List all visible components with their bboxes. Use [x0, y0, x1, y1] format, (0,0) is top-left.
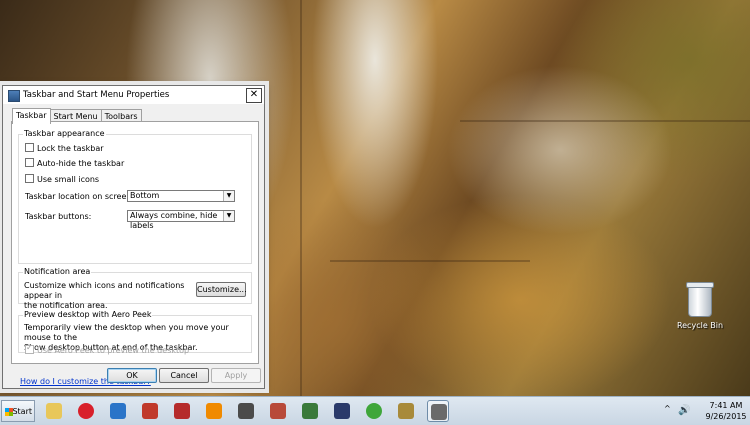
taskbar-buttons-label: Taskbar buttons:: [25, 212, 92, 221]
file-explorer-icon[interactable]: [43, 400, 65, 422]
location-label: Taskbar location on screen:: [25, 192, 135, 201]
aero-peek-checkbox[interactable]: [25, 343, 34, 354]
wallpaper-seam: [330, 260, 530, 262]
cancel-button[interactable]: Cancel: [159, 368, 209, 383]
taskbar-appearance-group: Taskbar appearance Lock the taskbar Auto…: [18, 129, 252, 264]
taskbar-buttons-value: Always combine, hide labels: [130, 211, 218, 230]
ccleaner-icon-glyph: [142, 403, 158, 419]
chevron-down-icon: ▼: [223, 191, 234, 201]
clock-date[interactable]: 9/26/2015: [704, 412, 748, 421]
utorrent-icon-glyph: [366, 403, 382, 419]
molecule-icon-glyph: [270, 403, 286, 419]
autohide-taskbar-option[interactable]: Auto-hide the taskbar: [25, 158, 125, 169]
recycle-bin-label: Recycle Bin: [676, 321, 724, 330]
display-icon-glyph: [302, 403, 318, 419]
autohide-checkbox[interactable]: [25, 158, 34, 167]
properties-window-icon-glyph: [431, 404, 447, 420]
network-icon-glyph: [110, 403, 126, 419]
start-label: Start: [12, 407, 32, 416]
notification-description: Customize which icons and notifications …: [24, 281, 194, 311]
aero-peek-option[interactable]: Use Aero Peek to preview the desktop: [25, 343, 190, 356]
utility-icon-glyph: [238, 403, 254, 419]
media-player-icon[interactable]: [171, 400, 193, 422]
close-icon[interactable]: ✕: [246, 88, 262, 103]
properties-window-icon[interactable]: [427, 400, 449, 422]
notification-area-group: Notification area Customize which icons …: [18, 267, 252, 310]
tray-overflow-icon[interactable]: ^: [664, 404, 671, 413]
opera-icon[interactable]: [75, 400, 97, 422]
recycle-bin-icon: [686, 282, 714, 317]
taskbar-buttons-dropdown[interactable]: Always combine, hide labels ▼: [127, 210, 235, 230]
location-value: Bottom: [130, 191, 160, 200]
tab-taskbar[interactable]: Taskbar: [12, 108, 51, 124]
dialog-titlebar[interactable]: Taskbar and Start Menu Properties ✕: [3, 86, 264, 104]
volume-icon[interactable]: 🔊: [678, 405, 690, 416]
customize-button[interactable]: Customize...: [196, 282, 247, 297]
utorrent-icon[interactable]: [363, 400, 385, 422]
system-tray: ^ 🔊 7:41 AM 9/26/2015: [658, 397, 750, 425]
group-legend: Notification area: [23, 267, 92, 276]
home-icon-glyph: [398, 403, 414, 419]
aero-peek-group: Preview desktop with Aero Peek Temporari…: [18, 310, 252, 356]
utility-icon[interactable]: [235, 400, 257, 422]
dialog-title: Taskbar and Start Menu Properties: [23, 90, 170, 100]
recycle-bin-shortcut[interactable]: Recycle Bin: [672, 282, 728, 330]
display-icon[interactable]: [299, 400, 321, 422]
taskbar-properties-dialog: Taskbar and Start Menu Properties ✕ Task…: [2, 85, 265, 389]
lock-taskbar-option[interactable]: Lock the taskbar: [25, 143, 104, 154]
small-icons-label: Use small icons: [37, 175, 100, 184]
aero-peek-text-line: Temporarily view the desktop when you mo…: [24, 323, 229, 342]
window-icon: [8, 90, 20, 102]
ok-button[interactable]: OK: [107, 368, 157, 383]
aero-peek-label: Use Aero Peek to preview the desktop: [37, 346, 190, 355]
small-icons-option[interactable]: Use small icons: [25, 174, 100, 185]
chevron-down-icon: ▼: [223, 211, 234, 221]
windows-logo-icon: [5, 408, 13, 416]
location-dropdown[interactable]: Bottom ▼: [127, 190, 235, 202]
monitor-icon[interactable]: [331, 400, 353, 422]
taskbar: Start ^ 🔊 7:41 AM 9/26/2015: [0, 396, 750, 425]
notification-text-line: Customize which icons and notifications …: [24, 281, 185, 300]
monitor-icon-glyph: [334, 403, 350, 419]
small-icons-checkbox[interactable]: [25, 174, 34, 183]
clock-time[interactable]: 7:41 AM: [704, 401, 748, 410]
file-explorer-icon-glyph: [46, 403, 62, 419]
network-icon[interactable]: [107, 400, 129, 422]
group-legend: Preview desktop with Aero Peek: [23, 310, 153, 319]
autohide-label: Auto-hide the taskbar: [37, 159, 125, 168]
start-button[interactable]: Start: [1, 400, 35, 422]
molecule-icon[interactable]: [267, 400, 289, 422]
lock-taskbar-label: Lock the taskbar: [37, 144, 104, 153]
tab-strip: Taskbar Start Menu Toolbars: [12, 108, 142, 124]
ccleaner-icon[interactable]: [139, 400, 161, 422]
apply-button[interactable]: Apply: [211, 368, 261, 383]
media-player-icon-glyph: [174, 403, 190, 419]
wallpaper-seam: [460, 120, 750, 122]
taskbar-tab-page: Taskbar appearance Lock the taskbar Auto…: [11, 121, 259, 386]
vlc-icon[interactable]: [203, 400, 225, 422]
home-icon[interactable]: [395, 400, 417, 422]
opera-icon-glyph: [78, 403, 94, 419]
lock-taskbar-checkbox[interactable]: [25, 143, 34, 152]
group-legend: Taskbar appearance: [23, 129, 106, 138]
vlc-icon-glyph: [206, 403, 222, 419]
wallpaper-seam: [300, 0, 302, 396]
